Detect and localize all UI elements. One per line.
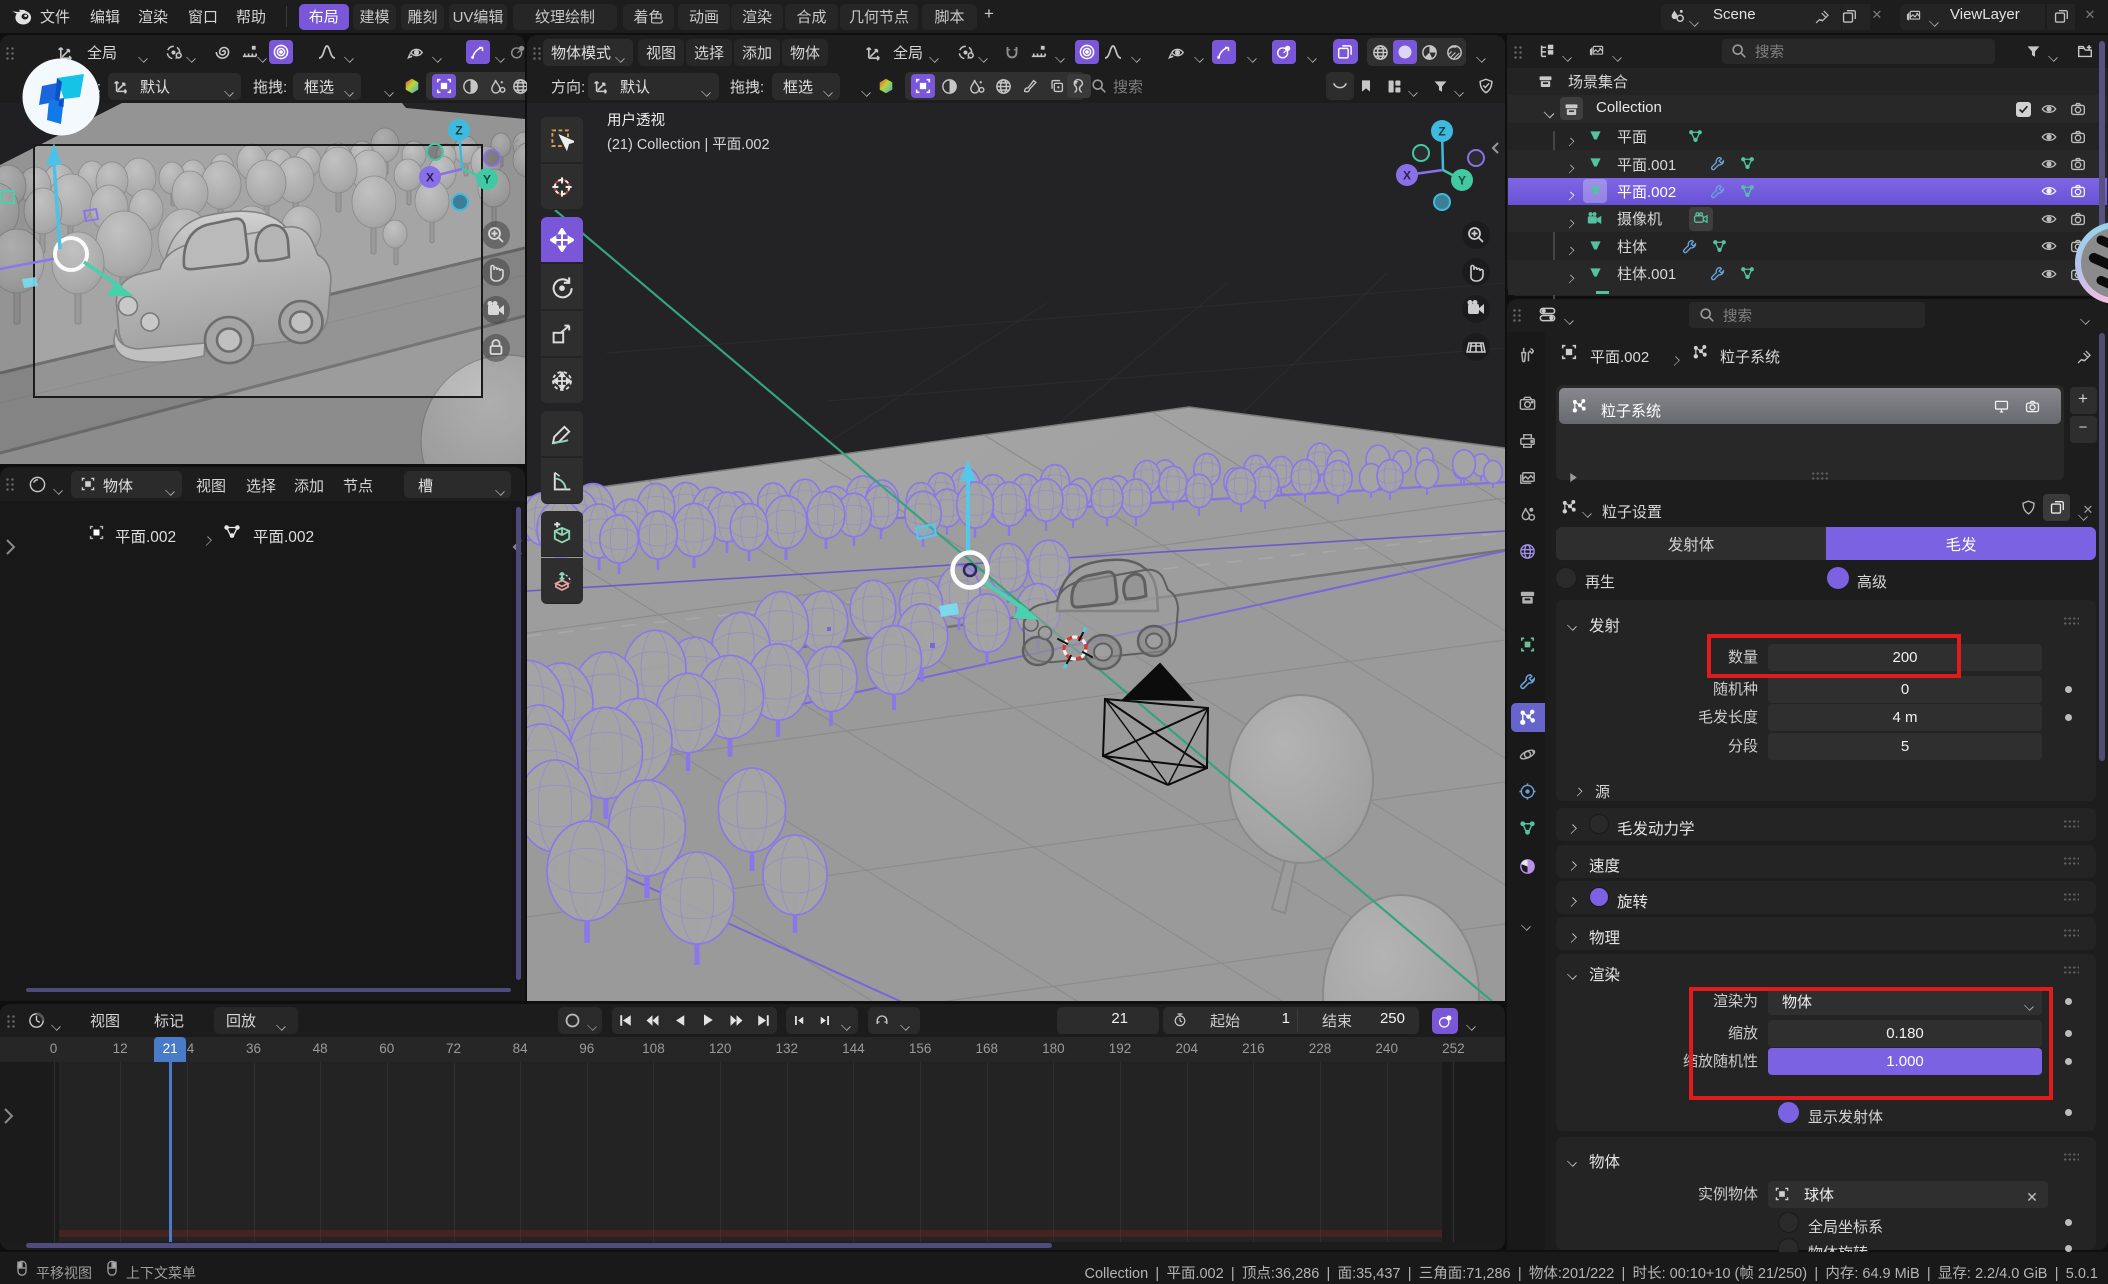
svg-text:Y: Y	[483, 173, 491, 187]
svg-text:Z: Z	[455, 124, 462, 138]
svg-text:Z: Z	[1438, 125, 1445, 139]
svg-text:X: X	[1403, 169, 1411, 183]
svg-text:(21) Collection | 平面.002: (21) Collection | 平面.002	[607, 137, 770, 153]
svg-text:用户透视: 用户透视	[607, 112, 665, 129]
svg-text:X: X	[426, 171, 434, 185]
svg-text:Y: Y	[1458, 174, 1466, 188]
